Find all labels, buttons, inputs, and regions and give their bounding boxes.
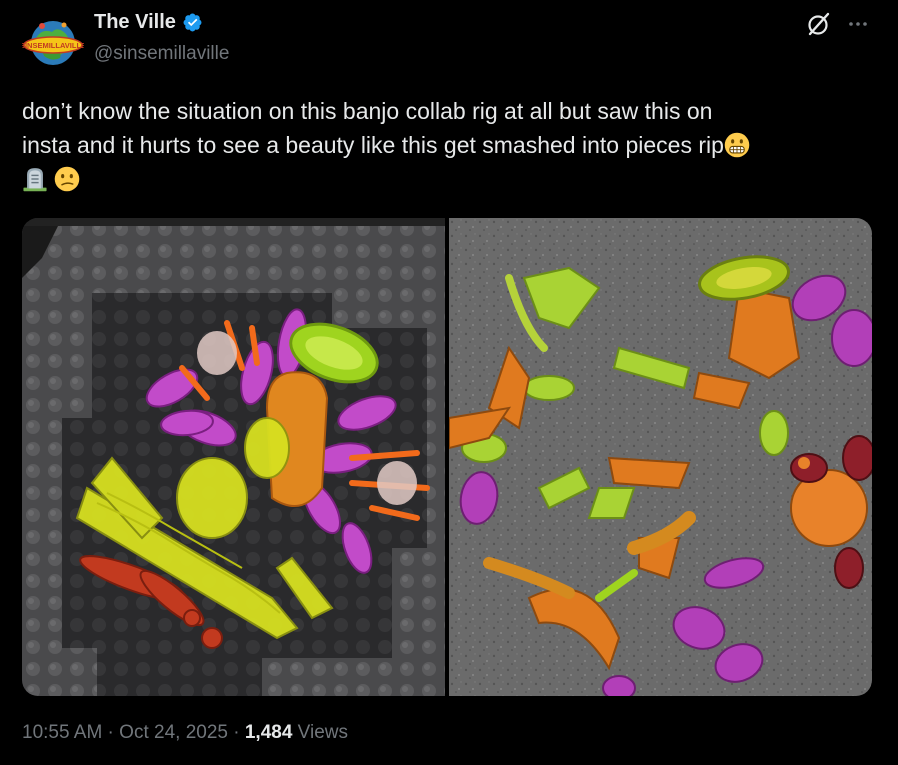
more-icon <box>849 22 867 26</box>
media-image-right[interactable] <box>449 218 872 696</box>
tweet-text-line-2: insta and it hurts to see a beauty like … <box>22 128 872 162</box>
grok-icon <box>808 12 830 36</box>
tweet-media[interactable] <box>22 218 872 696</box>
tweet-text-line-2-text: insta and it hurts to see a beauty like … <box>22 132 724 158</box>
verified-badge-icon[interactable] <box>182 12 203 33</box>
tweet-meta: 10:55 AM · Oct 24, 2025 · 1,484 Views <box>22 722 348 744</box>
smashed-glass-pieces-image <box>449 218 872 696</box>
tweet-text: don’t know the situation on this banjo c… <box>22 94 872 196</box>
author-name-row: The Ville <box>94 11 203 34</box>
author-avatar[interactable]: SINSEMILLAVILLE <box>22 12 84 74</box>
views-label: Views <box>292 722 349 743</box>
avatar-logo: SINSEMILLAVILLE <box>22 12 84 74</box>
tweet-date[interactable]: Oct 24, 2025 <box>119 722 228 744</box>
intact-glass-rig-image <box>22 218 445 696</box>
tweet-text-line-1: don’t know the situation on this banjo c… <box>22 98 713 124</box>
meta-separator-1: · <box>102 722 120 743</box>
grimacing-face-emoji-icon <box>724 132 750 158</box>
author-display-name[interactable]: The Ville <box>94 11 176 34</box>
views-count: 1,484 <box>244 722 293 743</box>
headstone-emoji-icon <box>23 168 47 192</box>
confused-face-emoji-icon <box>54 166 80 192</box>
tweet-time[interactable]: 10:55 AM <box>22 722 102 744</box>
more-options-button[interactable] <box>844 10 872 38</box>
grok-button[interactable] <box>806 11 832 37</box>
meta-separator-2: · <box>227 722 245 743</box>
tweet-text-line-3 <box>22 162 872 196</box>
author-handle[interactable]: @sinsemillaville <box>94 43 229 65</box>
svg-text:SINSEMILLAVILLE: SINSEMILLAVILLE <box>22 41 84 50</box>
media-image-left[interactable] <box>22 218 445 696</box>
